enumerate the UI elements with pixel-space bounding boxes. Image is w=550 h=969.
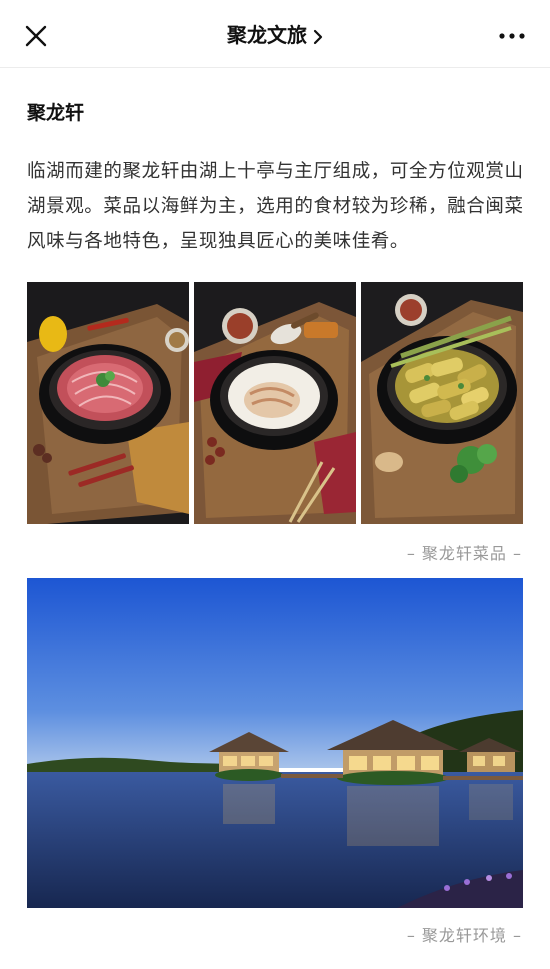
account-title-link[interactable]: 聚龙文旅 (0, 20, 550, 50)
environment-photo[interactable] (27, 578, 523, 908)
account-name: 聚龙文旅 (227, 23, 307, 47)
dish-photo-2[interactable] (194, 282, 356, 524)
gallery-caption: – 聚龙轩菜品 – (406, 544, 522, 563)
dish-gallery (27, 282, 523, 524)
dish-photo-1[interactable] (27, 282, 189, 524)
section-paragraph: 临湖而建的聚龙轩由湖上十亭与主厅组成，可全方位观赏山湖景观。菜品以海鲜为主，选用… (27, 161, 524, 252)
section-heading: 聚龙轩 (27, 102, 85, 124)
environment-caption: – 聚龙轩环境 – (406, 926, 522, 945)
chevron-right-icon (313, 29, 323, 44)
top-nav-bar: 聚龙文旅 (0, 0, 550, 68)
dish-photo-3[interactable] (361, 282, 523, 524)
more-dots-icon[interactable] (498, 26, 526, 46)
